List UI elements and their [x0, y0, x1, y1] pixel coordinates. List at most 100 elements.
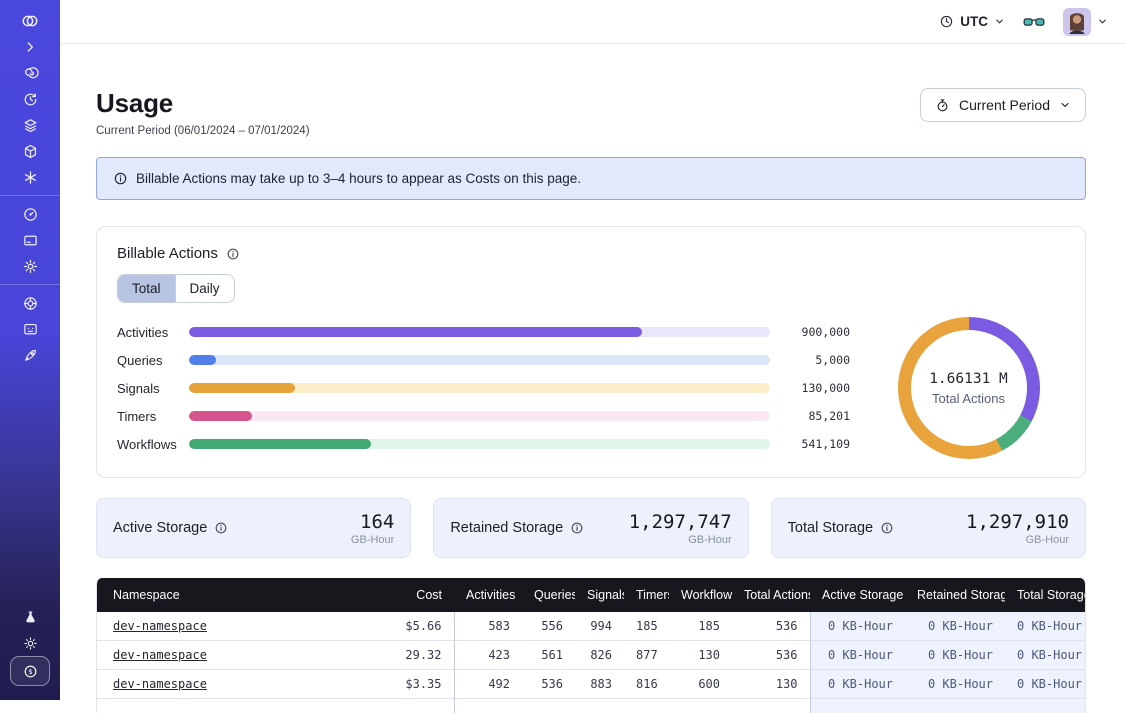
- sidebar-collapse-button[interactable]: [0, 34, 60, 60]
- chevron-down-icon: [1059, 99, 1071, 111]
- info-icon[interactable]: [570, 521, 584, 535]
- cost-cell: 29.32: [347, 641, 454, 670]
- billable-actions-card: Billable Actions Total Daily Activities …: [96, 226, 1086, 478]
- clock-icon: [939, 14, 954, 29]
- asterisk-icon[interactable]: [0, 164, 60, 190]
- namespace-link[interactable]: dev-namespace: [113, 677, 207, 691]
- total-actions-cell: 536: [732, 612, 810, 641]
- active-storage-cell: 0 KB-Hour: [810, 641, 905, 670]
- bar-fill: [189, 383, 295, 393]
- namespace-link[interactable]: dev-namespace: [113, 648, 207, 662]
- total-actions-cell: 130: [732, 670, 810, 699]
- active-storage-card: Active Storage 164 GB-Hour: [96, 498, 411, 558]
- info-icon[interactable]: [880, 521, 894, 535]
- usage-billing-button-active[interactable]: $: [10, 656, 50, 686]
- bar-track: [189, 383, 770, 393]
- bar-row-timers: Timers 85,201: [117, 409, 850, 423]
- timezone-selector[interactable]: UTC: [939, 14, 1005, 29]
- signals-cell: 883: [575, 670, 624, 699]
- col-retained-storage[interactable]: Retained Storage: [905, 578, 1005, 612]
- table-row-partial: [97, 699, 1086, 713]
- tab-total[interactable]: Total: [118, 275, 175, 302]
- namespace-cell: dev-namespace: [97, 641, 347, 670]
- timers-cell: 185: [624, 612, 669, 641]
- col-workflows[interactable]: Workflows: [669, 578, 732, 612]
- temporal-logo-icon[interactable]: [0, 8, 60, 34]
- topbar: UTC: [60, 0, 1126, 44]
- sun-icon[interactable]: [0, 630, 60, 656]
- activities-cell: 423: [454, 641, 522, 670]
- workflows-cell: 185: [669, 612, 732, 641]
- col-cost[interactable]: Cost: [347, 578, 454, 612]
- donut-total-value: 1.66131 M: [929, 371, 1008, 387]
- info-icon[interactable]: [214, 521, 228, 535]
- history-clock-icon[interactable]: [0, 86, 60, 112]
- tab-daily[interactable]: Daily: [175, 275, 234, 302]
- bar-track: [189, 327, 770, 337]
- storage-card-value: 1,297,747: [629, 511, 732, 533]
- retained-storage-cell: 0 KB-Hour: [905, 670, 1005, 699]
- bar-fill: [189, 411, 252, 421]
- storage-card-value: 1,297,910: [966, 511, 1069, 533]
- namespace-link[interactable]: dev-namespace: [113, 619, 207, 633]
- bar-track: [189, 411, 770, 421]
- usage-page: Usage Current Period (06/01/2024 – 07/01…: [60, 44, 1126, 700]
- gauge-icon[interactable]: [0, 201, 60, 227]
- col-total-actions[interactable]: Total Actions: [732, 578, 810, 612]
- info-icon[interactable]: [226, 247, 240, 261]
- col-signals[interactable]: Signals: [575, 578, 624, 612]
- sidebar-divider: [0, 284, 60, 285]
- layers-icon[interactable]: [0, 112, 60, 138]
- table-row: dev-namespace $3.35 492 536 883 816 600 …: [97, 670, 1086, 699]
- info-icon: [113, 171, 128, 186]
- col-queries[interactable]: Queries: [522, 578, 575, 612]
- queries-cell: 536: [522, 670, 575, 699]
- svg-text:$: $: [28, 668, 32, 676]
- signals-cell: 994: [575, 612, 624, 641]
- cost-cell: $3.35: [347, 670, 454, 699]
- period-dropdown-button[interactable]: Current Period: [920, 88, 1086, 122]
- col-timers[interactable]: Timers: [624, 578, 669, 612]
- bar-value: 85,201: [784, 409, 850, 423]
- retained-storage-cell: 0 KB-Hour: [905, 641, 1005, 670]
- bar-row-signals: Signals 130,000: [117, 381, 850, 395]
- glasses-icon[interactable]: [1023, 14, 1045, 30]
- total-actions-cell: 536: [732, 641, 810, 670]
- flask-icon[interactable]: [0, 604, 60, 630]
- retained-storage-cell: 0 KB-Hour: [905, 612, 1005, 641]
- banner-text: Billable Actions may take up to 3–4 hour…: [136, 171, 581, 186]
- active-storage-cell: 0 KB-Hour: [810, 612, 905, 641]
- total-storage-cell: 0 KB-Hour: [1005, 612, 1086, 641]
- storage-card-unit: GB-Hour: [966, 534, 1069, 546]
- bar-value: 130,000: [784, 381, 850, 395]
- timers-cell: 816: [624, 670, 669, 699]
- col-activities[interactable]: Activities: [454, 578, 522, 612]
- spiral-icon[interactable]: [0, 60, 60, 86]
- storage-summary-row: Active Storage 164 GB-Hour Retained Stor…: [96, 498, 1086, 558]
- queries-cell: 561: [522, 641, 575, 670]
- col-namespace[interactable]: Namespace: [97, 578, 347, 612]
- total-actions-donut-chart: 1.66131 M Total Actions: [898, 317, 1040, 459]
- col-active-storage[interactable]: Active Storage: [810, 578, 905, 612]
- bar-track: [189, 355, 770, 365]
- window-card-icon[interactable]: [0, 227, 60, 253]
- rocket-icon[interactable]: [0, 342, 60, 368]
- bar-track: [189, 439, 770, 449]
- bar-label: Signals: [117, 381, 189, 396]
- gear-icon[interactable]: [0, 253, 60, 279]
- lifebuoy-icon[interactable]: [0, 290, 60, 316]
- bar-row-queries: Queries 5,000: [117, 353, 850, 367]
- cube-icon[interactable]: [0, 138, 60, 164]
- account-menu[interactable]: [1063, 8, 1108, 36]
- bar-fill: [189, 355, 216, 365]
- active-storage-cell: 0 KB-Hour: [810, 670, 905, 699]
- col-total-storage[interactable]: Total Storage: [1005, 578, 1086, 612]
- cost-cell: $5.66: [347, 612, 454, 641]
- chevron-down-icon: [994, 16, 1005, 27]
- table-row: dev-namespace $5.66 583 556 994 185 185 …: [97, 612, 1086, 641]
- timezone-label: UTC: [960, 14, 988, 29]
- storage-card-label: Total Storage: [788, 520, 873, 536]
- support-screen-icon[interactable]: [0, 316, 60, 342]
- storage-card-label: Active Storage: [113, 520, 207, 536]
- storage-card-label: Retained Storage: [450, 520, 563, 536]
